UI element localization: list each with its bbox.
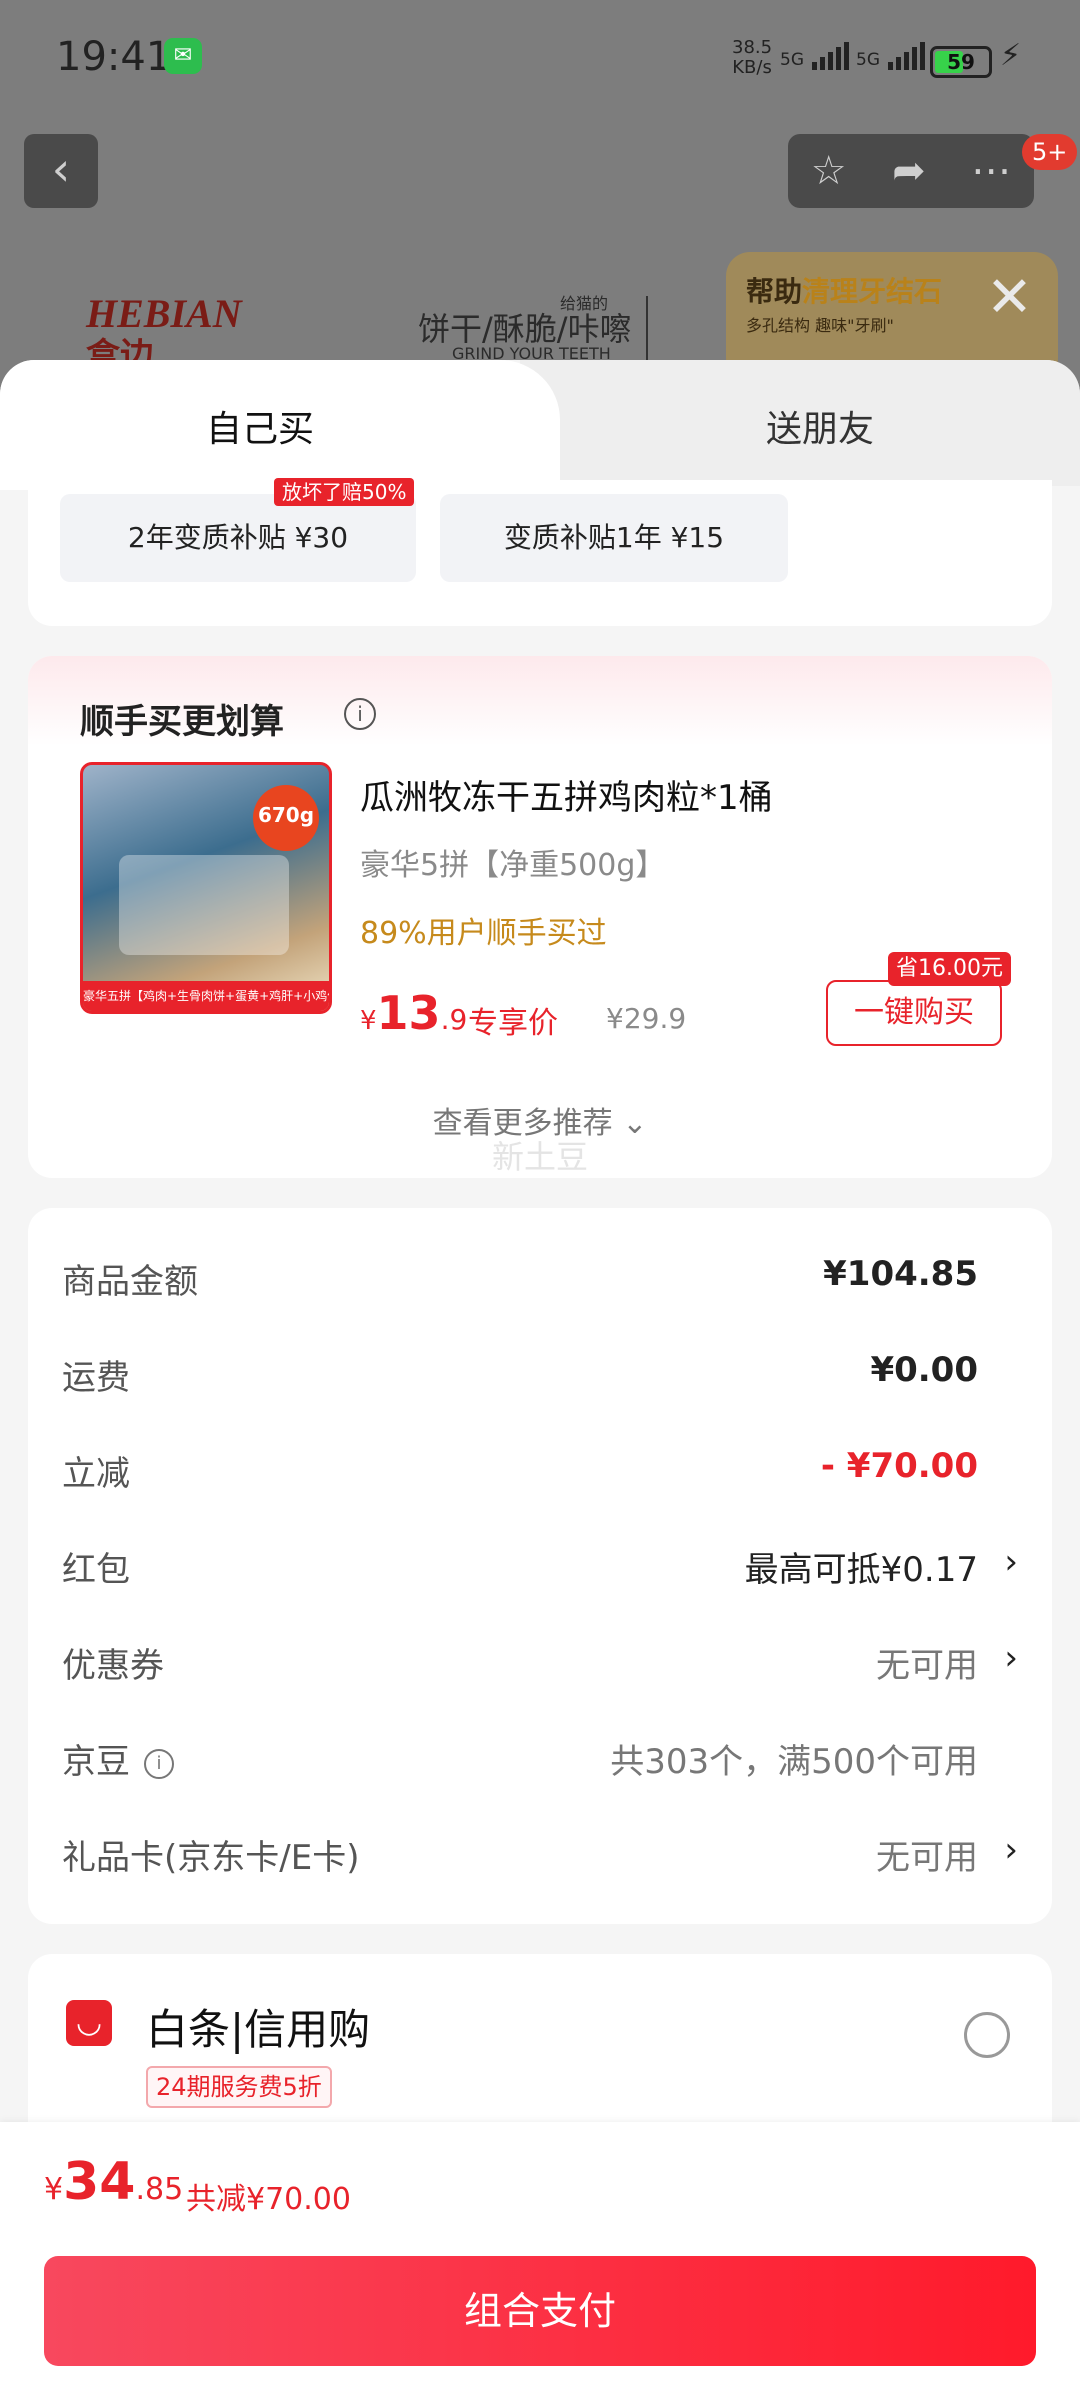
total-price: ¥34.85 bbox=[44, 2152, 183, 2212]
promo-title: 帮助清理牙结石 bbox=[746, 270, 942, 310]
sim2-label: 5G bbox=[856, 50, 880, 70]
tab-buy-for-self[interactable]: 自己买 bbox=[0, 400, 520, 452]
row-jingdou: 京豆 i 共303个，满500个可用 bbox=[28, 1734, 1052, 1794]
subsidy-option-1y[interactable]: 变质补贴1年 ¥15 bbox=[440, 494, 788, 582]
total-decimal: .85 bbox=[135, 2172, 184, 2207]
product-image-strip: 豪华五拼【鸡肉+生骨肉饼+蛋黄+鸡肝+小鸡仔】 bbox=[83, 981, 329, 1011]
row-value: 最高可抵¥0.17 bbox=[744, 1550, 978, 1590]
combined-pay-button[interactable]: 组合支付 bbox=[44, 2256, 1036, 2366]
battery-level: 59 bbox=[947, 50, 975, 74]
info-icon[interactable]: i bbox=[144, 1749, 174, 1779]
chevron-right-icon: › bbox=[1004, 1542, 1018, 1582]
product-price: ¥13.9 bbox=[360, 986, 467, 1040]
subsidy-option-2y[interactable]: 2年变质补贴 ¥30 bbox=[60, 494, 416, 582]
row-label: 优惠券 bbox=[62, 1646, 164, 1686]
total-discount: 共减¥70.00 bbox=[186, 2182, 351, 2217]
product-image-badge: 670g bbox=[253, 785, 319, 851]
row-value: 无可用 bbox=[876, 1646, 978, 1686]
charging-icon: ⚡ bbox=[1000, 38, 1022, 73]
row-label: 红包 bbox=[62, 1550, 130, 1590]
watermark: 新土豆 bbox=[491, 1138, 588, 1176]
message-badge: 5+ bbox=[1022, 134, 1078, 170]
row-label: 商品金额 bbox=[62, 1262, 198, 1302]
wechat-icon: ✉ bbox=[164, 38, 202, 74]
star-icon[interactable]: ☆ bbox=[811, 148, 847, 194]
purchase-tabs: 自己买 送朋友 bbox=[0, 360, 1080, 490]
banner-divider bbox=[646, 296, 648, 366]
row-value: 共303个，满500个可用 bbox=[610, 1742, 978, 1782]
row-label-text: 京豆 bbox=[62, 1742, 130, 1782]
net-speed-unit: KB/s bbox=[732, 57, 772, 78]
row-value: ¥104.85 bbox=[823, 1254, 978, 1294]
net-speed: 38.5 KB/s bbox=[732, 38, 772, 78]
addon-title: 顺手买更划算 bbox=[80, 702, 284, 742]
promo-title-highlight: 清理牙结石 bbox=[802, 275, 943, 308]
tab-gift-friend[interactable]: 送朋友 bbox=[560, 400, 1080, 452]
subsidy-tag: 放坏了赔50% bbox=[274, 478, 415, 506]
total-currency: ¥ bbox=[44, 2172, 64, 2207]
status-bar: 19:41 ✉ 38.5 KB/s 5G 5G 59 ⚡ bbox=[0, 0, 1080, 120]
share-icon[interactable]: ➦ bbox=[892, 148, 926, 194]
row-label: 礼品卡(京东卡/E卡) bbox=[62, 1838, 360, 1878]
addon-card: 顺手买更划算 i 670g 豪华五拼【鸡肉+生骨肉饼+蛋黄+鸡肝+小鸡仔】 瓜洲… bbox=[28, 656, 1052, 1178]
row-shipping: 运费 ¥0.00 bbox=[28, 1350, 1052, 1410]
price-decimal: .9 bbox=[440, 1003, 468, 1036]
row-red-packet[interactable]: 红包 最高可抵¥0.17 › bbox=[28, 1542, 1052, 1602]
price-tag: 专享价 bbox=[468, 1006, 558, 1041]
payment-method-tag: 24期服务费5折 bbox=[146, 2066, 332, 2108]
row-value: 无可用 bbox=[876, 1838, 978, 1878]
more-icon[interactable]: ⋯ bbox=[971, 148, 1011, 194]
row-value: - ¥70.00 bbox=[820, 1446, 978, 1486]
chevron-right-icon: › bbox=[1004, 1830, 1018, 1870]
save-tag: 省16.00元 bbox=[888, 952, 1011, 986]
net-speed-value: 38.5 bbox=[732, 37, 773, 58]
sim1-label: 5G bbox=[780, 50, 804, 70]
one-click-buy-button[interactable]: 一键购买 bbox=[826, 980, 1002, 1046]
row-coupon[interactable]: 优惠券 无可用 › bbox=[28, 1638, 1052, 1698]
total-integer: 34 bbox=[63, 2152, 136, 2212]
checkout-sheet: 自己买 送朋友 2年变质补贴 ¥30 放坏了赔50% 变质补贴1年 ¥15 顺手… bbox=[0, 360, 1080, 2400]
row-instant-discount: 立减 - ¥70.00 bbox=[28, 1446, 1052, 1506]
battery-icon: 59 bbox=[930, 46, 992, 78]
subsidy-card: 2年变质补贴 ¥30 放坏了赔50% 变质补贴1年 ¥15 bbox=[28, 478, 1052, 626]
product-spec: 豪华5拼【净重500g】 bbox=[360, 848, 666, 883]
promo-subtitle: 多孔结构 趣味"牙刷" bbox=[746, 316, 894, 335]
product-image-contents bbox=[119, 855, 289, 955]
product-image[interactable]: 670g 豪华五拼【鸡肉+生骨肉饼+蛋黄+鸡肝+小鸡仔】 bbox=[80, 762, 332, 1014]
row-label: 立减 bbox=[62, 1454, 130, 1494]
price-summary-card: 商品金额 ¥104.85 运费 ¥0.00 立减 - ¥70.00 红包 最高可… bbox=[28, 1208, 1052, 1924]
close-icon[interactable]: ✕ bbox=[986, 270, 1033, 326]
row-label: 运费 bbox=[62, 1358, 130, 1398]
row-gift-card[interactable]: 礼品卡(京东卡/E卡) 无可用 › bbox=[28, 1830, 1052, 1890]
row-value: ¥0.00 bbox=[870, 1350, 978, 1390]
baitiao-icon: ◡ bbox=[66, 2000, 112, 2046]
social-proof: 89%用户顺手买过 bbox=[360, 916, 607, 951]
row-goods-amount: 商品金额 ¥104.85 bbox=[28, 1254, 1052, 1314]
signal-2-icon: 5G bbox=[856, 42, 926, 74]
promo-title-prefix: 帮助 bbox=[746, 275, 803, 308]
original-price: ¥29.9 bbox=[606, 1002, 687, 1035]
product-name[interactable]: 瓜洲牧冻干五拼鸡肉粒*1桶 bbox=[360, 770, 773, 819]
row-label: 京豆 i bbox=[62, 1734, 174, 1783]
status-time: 19:41 bbox=[56, 34, 172, 80]
chevron-right-icon: › bbox=[1004, 1638, 1018, 1678]
checkout-bottom-bar: ¥34.85 共减¥70.00 组合支付 bbox=[0, 2122, 1080, 2400]
top-actions: ☆ ➦ ⋯ bbox=[788, 134, 1034, 208]
payment-radio[interactable] bbox=[964, 2012, 1010, 2058]
price-currency: ¥ bbox=[360, 1006, 377, 1036]
back-button[interactable]: ‹ bbox=[24, 134, 98, 208]
price-integer: 13 bbox=[376, 986, 441, 1040]
signal-1-icon: 5G bbox=[780, 42, 850, 74]
info-icon[interactable]: i bbox=[344, 698, 376, 730]
payment-method-name: 白条|信用购 bbox=[146, 2005, 371, 2054]
